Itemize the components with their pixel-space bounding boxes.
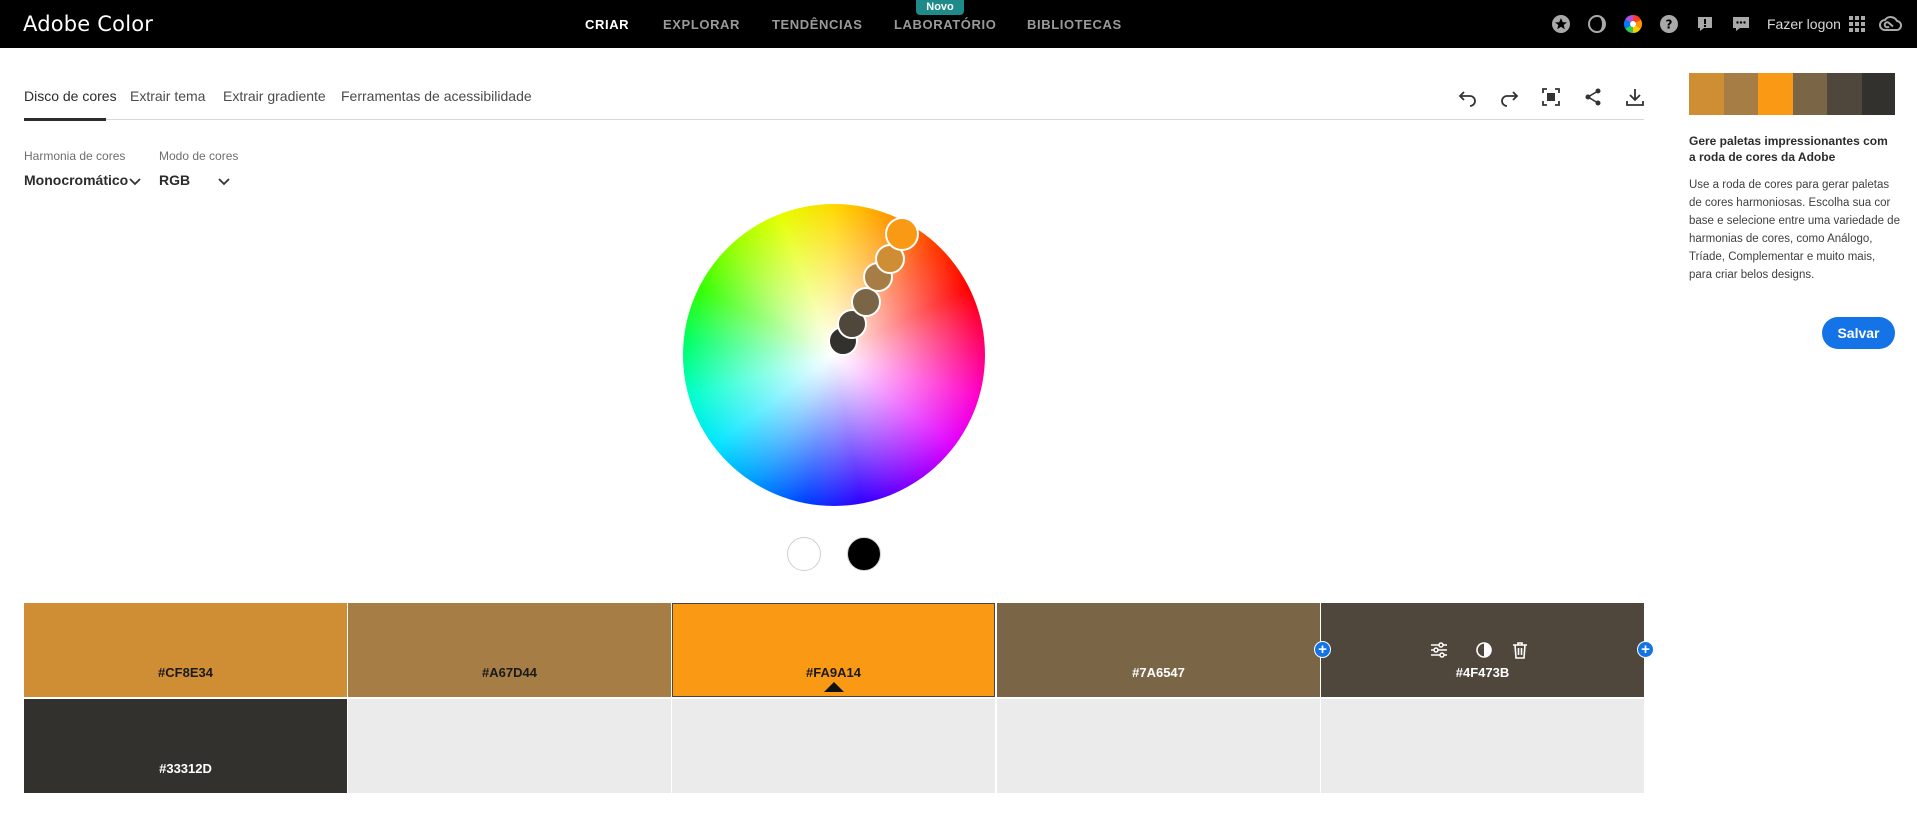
nav-criar[interactable]: CRIAR xyxy=(585,17,629,32)
swatch-hex[interactable]: #FA9A14 xyxy=(806,665,861,680)
trash-icon[interactable] xyxy=(1510,640,1530,660)
tab-extract-theme[interactable]: Extrair tema xyxy=(130,88,205,104)
mini-palette-swatch xyxy=(1758,73,1793,115)
tab-color-wheel[interactable]: Disco de cores xyxy=(24,88,117,104)
chat-icon[interactable] xyxy=(1731,14,1751,34)
empty-swatch-slot xyxy=(672,699,995,793)
selected-swatch-caret-icon xyxy=(824,682,844,692)
swatch-1[interactable]: #CF8E34 xyxy=(24,603,347,697)
nav-laboratorio[interactable]: LABORATÓRIO xyxy=(894,17,996,32)
swatch-2[interactable]: #A67D44 xyxy=(348,603,671,697)
swatch-hex[interactable]: #33312D xyxy=(159,761,212,776)
mini-palette-swatch xyxy=(1862,73,1895,115)
adjust-sliders-icon[interactable] xyxy=(1429,640,1449,660)
swatch-hex[interactable]: #7A6547 xyxy=(1132,665,1185,680)
help-icon[interactable]: ? xyxy=(1659,14,1679,34)
top-bar: Adobe Color CRIAR EXPLORAR TENDÊNCIAS LA… xyxy=(0,0,1917,48)
white-point-button[interactable] xyxy=(787,537,821,571)
empty-swatch-slot xyxy=(1321,699,1644,793)
apps-grid-icon[interactable] xyxy=(1847,14,1867,34)
harmony-label: Harmonia de cores xyxy=(24,149,126,163)
panel-title: Gere paletas impressionantes com a roda … xyxy=(1689,134,1888,164)
add-swatch-right-button[interactable]: + xyxy=(1637,641,1654,658)
mini-palette-swatch xyxy=(1827,73,1862,115)
fullscreen-icon[interactable] xyxy=(1540,86,1562,108)
harmony-select[interactable]: Monocromático xyxy=(24,172,128,188)
empty-swatch-slot xyxy=(997,699,1320,793)
mode-chevron-down-icon[interactable] xyxy=(217,174,231,188)
mini-palette-swatch xyxy=(1689,73,1724,115)
nav-bibliotecas[interactable]: BIBLIOTECAS xyxy=(1027,17,1122,32)
new-badge: Novo xyxy=(916,0,964,15)
creative-cloud-icon[interactable] xyxy=(1878,14,1902,34)
feedback-icon[interactable] xyxy=(1695,14,1715,34)
undo-icon[interactable] xyxy=(1457,86,1479,108)
swatch-hex[interactable]: #4F473B xyxy=(1456,665,1509,680)
svg-text:?: ? xyxy=(1666,18,1673,32)
mini-palette-swatch xyxy=(1724,73,1758,115)
tab-extract-gradient[interactable]: Extrair gradiente xyxy=(223,88,326,104)
mode-select[interactable]: RGB xyxy=(159,172,190,188)
swatch-6[interactable]: #33312D xyxy=(24,699,347,793)
color-wheel-icon[interactable] xyxy=(1623,14,1643,34)
nav-tendencias[interactable]: TENDÊNCIAS xyxy=(772,17,863,32)
save-button[interactable]: Salvar xyxy=(1822,317,1895,349)
nav-explorar[interactable]: EXPLORAR xyxy=(663,17,740,32)
mini-palette-swatch xyxy=(1793,73,1827,115)
dark-mode-icon[interactable] xyxy=(1587,14,1607,34)
redo-icon[interactable] xyxy=(1498,86,1520,108)
base-color-handle[interactable] xyxy=(885,217,919,251)
harmony-chevron-down-icon[interactable] xyxy=(128,174,142,188)
panel-description: Use a roda de cores para gerar paletas d… xyxy=(1689,179,1900,281)
black-point-button[interactable] xyxy=(847,537,881,571)
mode-label: Modo de cores xyxy=(159,149,239,163)
sign-in-link[interactable]: Fazer logon xyxy=(1767,16,1841,32)
color-handle-4[interactable] xyxy=(851,287,881,317)
contrast-icon[interactable] xyxy=(1474,640,1494,660)
star-icon[interactable] xyxy=(1551,14,1571,34)
swatch-hex[interactable]: #A67D44 xyxy=(482,665,537,680)
tab-accessibility-tools[interactable]: Ferramentas de acessibilidade xyxy=(341,88,532,104)
empty-swatch-slot xyxy=(348,699,671,793)
swatch-hex[interactable]: #CF8E34 xyxy=(158,665,213,680)
download-icon[interactable] xyxy=(1624,86,1646,108)
add-swatch-left-button[interactable]: + xyxy=(1314,641,1331,658)
color-wheel-handles xyxy=(828,217,919,356)
share-icon[interactable] xyxy=(1582,86,1604,108)
mode-tabs: Disco de cores Extrair tema Extrair grad… xyxy=(24,76,1644,121)
swatch-4[interactable]: #7A6547 xyxy=(997,603,1320,697)
active-tab-indicator xyxy=(24,118,106,121)
